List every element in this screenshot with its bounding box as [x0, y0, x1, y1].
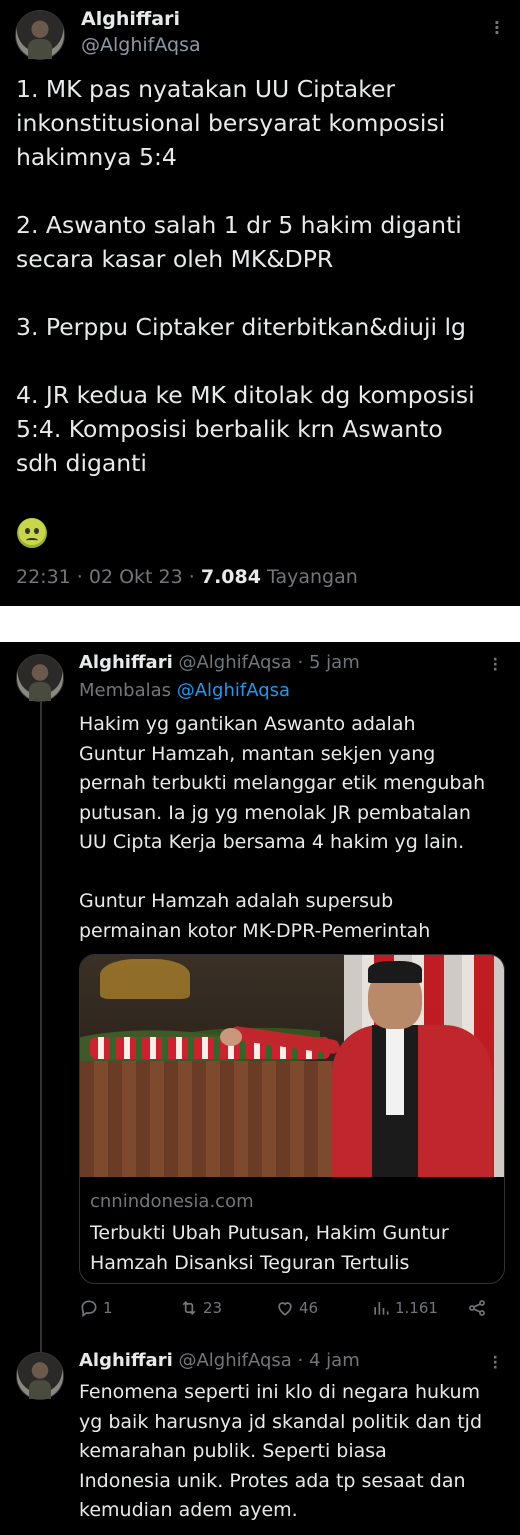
more-vertical-icon[interactable]: · · ·: [493, 653, 498, 677]
action-bar: 1 23 46 1.161: [79, 1298, 509, 1324]
tweet-text: 1. MK pas nyatakan UU Ciptaker inkonstit…: [16, 72, 508, 514]
more-vertical-icon[interactable]: · · ·: [494, 15, 500, 41]
author-name[interactable]: Alghiffari: [79, 652, 173, 673]
reply-button[interactable]: 1: [79, 1298, 113, 1318]
tweet-text: Fenomena seperti ini klo di negara hukum…: [79, 1378, 509, 1526]
avatar[interactable]: [16, 1352, 64, 1400]
heart-icon: [278, 1302, 292, 1316]
tweet-paragraph: 4. JR kedua ke MK ditolak dg komposisi 5…: [16, 381, 475, 477]
views-label: Tayangan: [260, 566, 358, 588]
link-card[interactable]: cnnindonesia.com Terbukti Ubah Putusan, …: [79, 954, 505, 1284]
retweet-button[interactable]: 23: [179, 1298, 222, 1318]
tweet-text: Hakim yg gantikan Aswanto adalah Guntur …: [79, 710, 509, 946]
share-button[interactable]: [467, 1298, 487, 1318]
replying-to-link[interactable]: @AlghifAqsa: [177, 680, 290, 701]
separator-dot: ·: [291, 652, 309, 673]
tweet-paragraph: Guntur Hamzah adalah supersub permainan …: [79, 890, 431, 942]
author-handle[interactable]: @AlghifAqsa: [81, 34, 201, 56]
tweet-paragraph: Hakim yg gantikan Aswanto adalah Guntur …: [79, 713, 486, 853]
card-image: [80, 955, 504, 1177]
tweet-paragraph: 3. Perppu Ciptaker diterbitkan&diuji lg: [16, 313, 466, 341]
tweet-time[interactable]: 5 jam: [309, 652, 360, 673]
screenshot-divider: [0, 606, 520, 642]
reply-header: Alghiffari @AlghifAqsa · 4 jam: [79, 1350, 360, 1371]
reply-icon: [81, 1300, 97, 1318]
tweet-paragraph: 2. Aswanto salah 1 dr 5 hakim diganti se…: [16, 211, 462, 273]
avatar[interactable]: [16, 654, 64, 702]
like-count: 46: [299, 1299, 319, 1317]
tweet-time[interactable]: 22:31 · 02 Okt 23 ·: [16, 566, 201, 588]
tweet-paragraph: 1. MK pas nyatakan UU Ciptaker inkonstit…: [16, 75, 446, 171]
thread-connector: [40, 702, 42, 1392]
card-domain: cnnindonesia.com: [90, 1191, 254, 1212]
replying-to: Membalas @AlghifAqsa: [79, 680, 290, 701]
tweet-paragraph: Fenomena seperti ini klo di negara hukum…: [79, 1381, 483, 1521]
view-count: 7.084: [200, 566, 261, 588]
author-name[interactable]: Alghiffari: [81, 8, 180, 30]
tweet-meta: 22:31 · 02 Okt 23 · 7.084 Tayangan: [16, 566, 358, 588]
main-tweet: Alghiffari @AlghifAqsa · · · 1. MK pas nya…: [0, 0, 520, 606]
author-name[interactable]: Alghiffari: [79, 1350, 173, 1371]
share-icon: [469, 1300, 485, 1316]
like-button[interactable]: 46: [275, 1298, 318, 1318]
avatar[interactable]: [15, 10, 65, 60]
author-handle[interactable]: @AlghifAqsa: [178, 652, 291, 673]
retweet-icon: [182, 1300, 196, 1316]
reply-thread: Alghiffari @AlghifAqsa · 5 jam · · · Memba…: [0, 642, 520, 1535]
bar-chart-icon: [374, 1302, 389, 1315]
views-button[interactable]: 1.161: [371, 1298, 438, 1318]
author-handle[interactable]: @AlghifAqsa: [178, 1350, 291, 1371]
tweet-time[interactable]: 4 jam: [309, 1350, 360, 1371]
retweet-count: 23: [203, 1299, 223, 1317]
nauseated-face-icon: [17, 518, 47, 548]
replying-label: Membalas: [79, 680, 177, 701]
card-title: Terbukti Ubah Putusan, Hakim Guntur Hamz…: [90, 1222, 449, 1274]
reply-count: 1: [103, 1299, 113, 1317]
more-vertical-icon[interactable]: · · ·: [493, 1351, 498, 1375]
view-count: 1.161: [395, 1299, 438, 1317]
reply-header: Alghiffari @AlghifAqsa · 5 jam: [79, 652, 360, 673]
separator-dot: ·: [291, 1350, 309, 1371]
